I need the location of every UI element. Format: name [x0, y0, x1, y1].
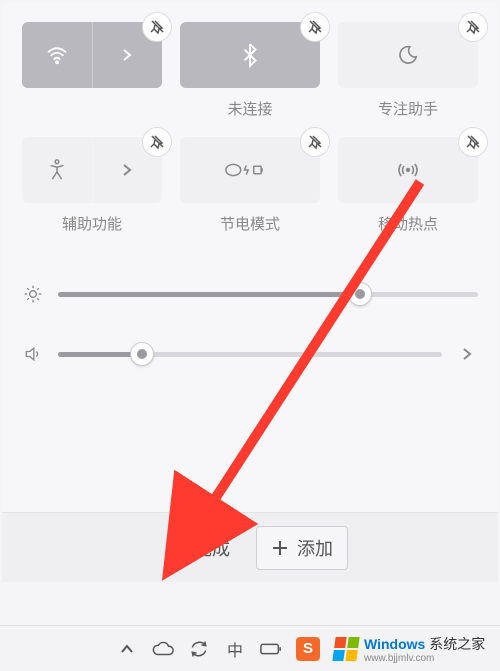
watermark: Windows 系统之家 www.bjjmlv.com: [334, 634, 485, 664]
brightness-slider[interactable]: [22, 284, 478, 304]
tile-wifi-wrap: [22, 22, 162, 119]
accessibility-icon[interactable]: [22, 137, 93, 203]
done-button[interactable]: 完成: [152, 527, 244, 569]
sogou-icon[interactable]: S: [296, 637, 320, 661]
tile-grid: 未连接 专注助手 辅助功能: [22, 22, 478, 234]
bluetooth-icon: [243, 43, 257, 67]
tile-bluetooth[interactable]: [180, 22, 320, 88]
volume-expand[interactable]: [456, 347, 478, 361]
tile-battery-wrap: 节电模式: [180, 137, 320, 234]
plus-icon: [271, 539, 289, 557]
sync-icon[interactable]: [188, 638, 210, 660]
tile-accessibility[interactable]: [22, 137, 162, 203]
volume-icon: [22, 344, 44, 364]
tile-focus[interactable]: [338, 22, 478, 88]
brightness-thumb[interactable]: [348, 282, 372, 306]
tile-label: 专注助手: [378, 98, 438, 119]
brightness-fill: [58, 292, 360, 297]
tile-bluetooth-wrap: 未连接: [180, 22, 320, 119]
check-icon: [166, 539, 186, 557]
ime-icon[interactable]: 中: [224, 638, 246, 660]
add-button[interactable]: 添加: [256, 526, 348, 570]
add-label: 添加: [297, 535, 333, 561]
windows-logo-icon: [332, 637, 359, 661]
tile-hotspot-wrap: 移动热点: [338, 137, 478, 234]
volume-thumb[interactable]: [130, 342, 154, 366]
done-label: 完成: [194, 535, 230, 561]
brightness-icon: [22, 284, 44, 304]
watermark-brand: Windows: [364, 636, 425, 652]
unpin-icon[interactable]: [300, 127, 330, 157]
battery-saver-icon: [237, 161, 263, 179]
edit-bottom-bar: 完成 添加: [2, 512, 498, 582]
tile-accessibility-wrap: 辅助功能: [22, 137, 162, 234]
tile-focus-wrap: 专注助手: [338, 22, 478, 119]
unpin-icon[interactable]: [300, 12, 330, 42]
volume-slider[interactable]: [22, 344, 478, 364]
tile-label: 节电模式: [220, 213, 280, 234]
unpin-icon[interactable]: [458, 127, 488, 157]
watermark-line2: www.bjjmlv.com: [364, 654, 485, 664]
tray-expand-icon[interactable]: [116, 638, 138, 660]
tile-label: 移动热点: [378, 213, 438, 234]
brightness-track[interactable]: [58, 292, 478, 297]
moon-icon: [397, 44, 419, 66]
battery-icon[interactable]: [260, 638, 282, 660]
taskbar: 中 S Windows 系统之家 www.bjjmlv.com: [0, 625, 500, 671]
unpin-icon[interactable]: [458, 12, 488, 42]
unpin-icon[interactable]: [142, 127, 172, 157]
hotspot-icon: [396, 160, 420, 180]
tile-battery[interactable]: [180, 137, 320, 203]
wifi-icon[interactable]: [22, 22, 93, 88]
volume-track[interactable]: [58, 352, 442, 357]
tile-label: 未连接: [227, 98, 272, 119]
onedrive-icon[interactable]: [152, 638, 174, 660]
quick-settings-panel: 未连接 专注助手 辅助功能: [2, 2, 498, 582]
sliders-section: [22, 284, 478, 364]
watermark-line1: 系统之家: [429, 636, 485, 652]
tile-label: 辅助功能: [62, 213, 122, 234]
tile-wifi[interactable]: [22, 22, 162, 88]
tile-hotspot[interactable]: [338, 137, 478, 203]
unpin-icon[interactable]: [142, 12, 172, 42]
